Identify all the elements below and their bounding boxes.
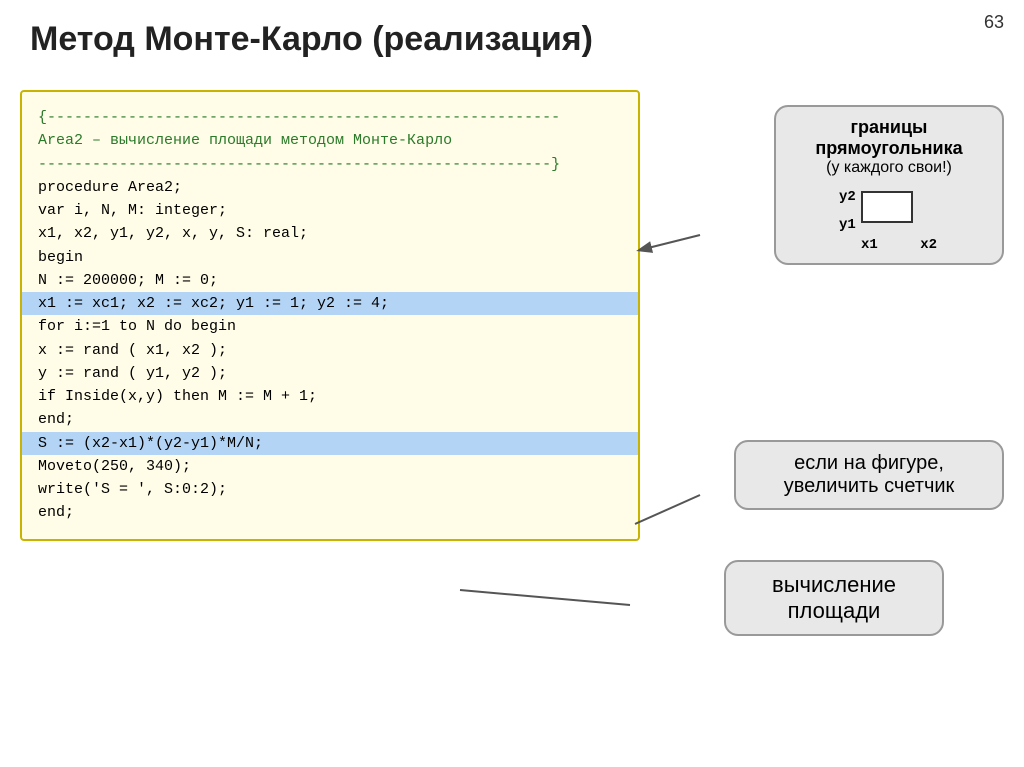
diagram-y2-label: y2 xyxy=(839,189,856,205)
code-line-6-highlighted: x1 := xc1; x2 := xc2; y1 := 1; y2 := 4; xyxy=(22,292,638,315)
page-number: 63 xyxy=(984,12,1004,33)
code-line-15: end; xyxy=(38,501,622,524)
callout-counter-line1: если на фигуре, xyxy=(752,452,986,475)
code-comment-1: {---------------------------------------… xyxy=(38,106,622,129)
callout-counter: если на фигуре, увеличить счетчик xyxy=(734,440,1004,510)
code-comment-2: Area2 – вычисление площади методом Монте… xyxy=(38,129,622,152)
code-line-7: for i:=1 to N do begin xyxy=(38,315,622,338)
callout-area-line2: площади xyxy=(742,598,926,624)
code-line-13: Moveto(250, 340); xyxy=(38,455,622,478)
callout-bounds: границы прямоугольника (у каждого свои!)… xyxy=(774,105,1004,265)
code-comment-3: ----------------------------------------… xyxy=(38,153,622,176)
callout-area-line1: вычисление xyxy=(742,572,926,598)
code-line-2: var i, N, M: integer; xyxy=(38,199,622,222)
diagram-x2-label: x2 xyxy=(920,237,937,253)
callout-counter-line2: увеличить счетчик xyxy=(752,475,986,498)
page-title: Метод Монте-Карло (реализация) xyxy=(30,20,593,59)
code-line-1: procedure Area2; xyxy=(38,176,622,199)
code-line-14: write('S = ', S:0:2); xyxy=(38,478,622,501)
code-line-9: y := rand ( y1, y2 ); xyxy=(38,362,622,385)
diagram-y1-label: y1 xyxy=(839,217,856,233)
code-line-10: if Inside(x,y) then M := M + 1; xyxy=(38,385,622,408)
code-line-4: begin xyxy=(38,246,622,269)
diagram-rect xyxy=(861,191,913,223)
callout-bounds-line2: прямоугольника xyxy=(792,138,986,159)
diagram-x1-label: x1 xyxy=(861,237,878,253)
code-line-5: N := 200000; M := 0; xyxy=(38,269,622,292)
code-line-12-highlighted: S := (x2-x1)*(y2-y1)*M/N; xyxy=(22,432,638,455)
callout-bounds-line1: границы xyxy=(792,117,986,138)
code-line-8: x := rand ( x1, x2 ); xyxy=(38,339,622,362)
code-line-3: x1, x2, y1, y2, x, y, S: real; xyxy=(38,222,622,245)
callout-area: вычисление площади xyxy=(724,560,944,636)
code-block: {---------------------------------------… xyxy=(20,90,640,541)
code-line-11: end; xyxy=(38,408,622,431)
callout-bounds-line3: (у каждого свои!) xyxy=(792,159,986,177)
